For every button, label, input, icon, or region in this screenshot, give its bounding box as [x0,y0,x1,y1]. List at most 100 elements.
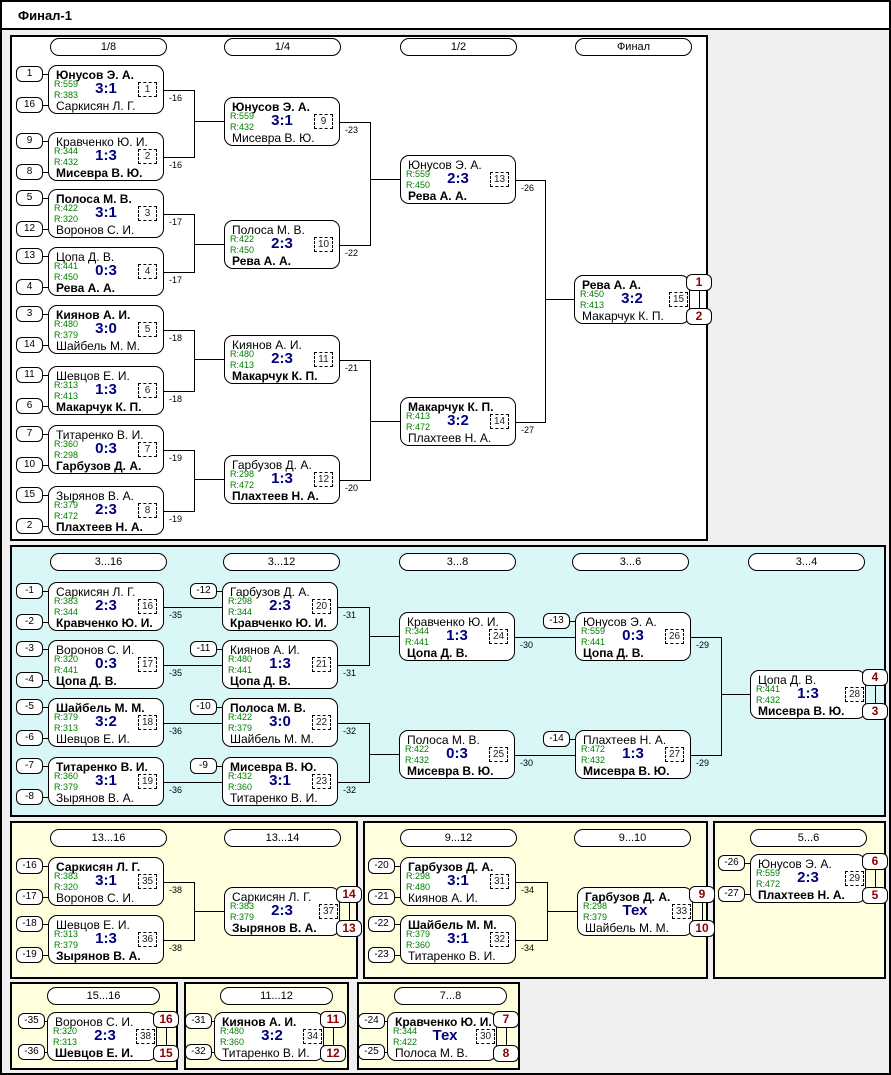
match-box[interactable]: Титаренко В. И. R:360 R:379 3:1 19 Зырянов В.… [48,757,164,806]
match-number: 20 [312,599,331,614]
match-box[interactable]: Титаренко В. И. R:360 R:298 0:3 7 Гарбузов Д.… [48,425,164,474]
match-box[interactable]: Полоса М. В. R:422 R:432 0:3 25 Мисевра В. Ю. [399,730,515,779]
match-box[interactable]: Цопа Д. В. R:441 R:450 0:3 4 Рева А. А. [48,247,164,296]
loser-dest-label: -35 [169,610,183,620]
player-name: Зырянов В. А. [232,921,317,935]
bracket-line [164,882,194,883]
match-box[interactable]: Киянов А. И. R:480 R:413 2:3 11 Макарчук К. П… [224,335,340,384]
match-box[interactable]: Полоса М. В. R:422 R:450 2:3 10 Рева А. А. [224,220,340,269]
match-box[interactable]: Юнусов Э. А. R:559 R:450 2:3 13 Рева А. А. [400,155,516,204]
player-name: Зырянов В. А. [56,949,141,963]
match-box[interactable]: Полоса М. В. R:422 R:320 3:1 3 Воронов С. И. [48,189,164,238]
bracket-line [194,90,195,158]
bracket-line [166,1028,167,1046]
loser-dest-label: -23 [345,125,359,135]
match-box[interactable]: Шайбель М. М. R:379 R:313 3:2 18 Шевцов Е. И. [48,698,164,747]
match-box[interactable]: Гарбузов Д. А. R:298 R:379 Тех 33 Шайбель М. … [577,887,693,936]
match-box[interactable]: Мисевра В. Ю. R:432 R:360 3:1 23 Титаренко В.… [222,757,338,806]
match-box[interactable]: Макарчук К. П. R:413 R:472 3:2 14 Плахтеев Н.… [400,397,516,446]
match-number: 10 [314,237,333,252]
match-box[interactable]: Гарбузов Д. А. R:298 R:472 1:3 12 Плахтеев Н.… [224,455,340,504]
match-score: 0:3 [95,440,117,457]
bracket-line [164,157,194,158]
player-rating: R:559 [756,868,781,878]
match-box[interactable]: Саркисян Л. Г. R:383 R:320 3:1 35 Воронов С. … [48,857,164,906]
loser-dest-label: -16 [169,93,183,103]
bracket-line [370,122,371,246]
player-name: Рева А. А. [56,281,115,295]
match-box[interactable]: Юнусов Э. А. R:559 R:383 3:1 1 Саркисян Л. Г. [48,65,164,114]
loser-dest-label: -17 [169,217,183,227]
match-box[interactable]: Шайбель М. М. R:379 R:360 3:1 32 Титаренко В.… [400,915,516,964]
match-box[interactable]: Полоса М. В. R:422 R:379 3:0 22 Шайбель М. М. [222,698,338,747]
match-box[interactable]: Зырянов В. А. R:379 R:472 2:3 8 Плахтеев Н. А… [48,486,164,535]
round-header: 15...16 [47,987,160,1005]
match-box[interactable]: Шевцов Е. И. R:313 R:379 1:3 36 Зырянов В. А. [48,915,164,964]
player-name: Цопа Д. В. [230,674,291,688]
match-score: 0:3 [95,262,117,279]
bracket-line [338,723,369,724]
player-rating: R:320 [54,654,79,664]
match-box[interactable]: Рева А. А. R:450 R:413 3:2 15 Макарчук К. П. [574,275,690,324]
match-box[interactable]: Воронов С. И. R:320 R:313 2:3 38 Шевцов Е. И. [47,1012,157,1061]
match-box[interactable]: Киянов А. И. R:480 R:441 1:3 21 Цопа Д. В. [222,640,338,689]
match-box[interactable]: Киянов А. И. R:480 R:360 3:2 34 Титаренко В. … [214,1012,324,1061]
player-name: Плахтеев Н. А. [232,489,319,503]
match-box[interactable]: Юнусов Э. А. R:559 R:432 3:1 9 Мисевра В. Ю. [224,97,340,146]
seed-box: 5 [16,190,43,206]
match-score: 2:3 [797,869,819,886]
match-box[interactable]: Киянов А. И. R:480 R:379 3:0 5 Шайбель М. М. [48,305,164,354]
match-box[interactable]: Гарбузов Д. А. R:298 R:344 2:3 20 Кравченко Ю… [222,582,338,631]
seed-box: 2 [16,518,43,534]
match-box[interactable]: Саркисян Л. Г. R:383 R:344 2:3 16 Кравченко Ю… [48,582,164,631]
match-number: 33 [672,904,691,919]
bracket-line [369,636,399,637]
player-name: Кравченко Ю. И. [56,616,153,630]
bracket-line [691,637,721,638]
match-box[interactable]: Юнусов Э. А. R:559 R:441 0:3 26 Цопа Д. В. [575,612,691,661]
match-box[interactable]: Кравченко Ю. И. R:344 R:422 Тех 30 Полоса М. … [387,1012,497,1061]
round-header: 3...12 [223,553,340,571]
match-score: 2:3 [95,597,117,614]
match-box[interactable]: Цопа Д. В. R:441 R:432 1:3 28 Мисевра В. Ю. [750,670,866,719]
player-rating: R:298 [228,596,253,606]
bracket-line [164,391,194,392]
seed-box: -22 [368,916,395,932]
match-box[interactable]: Саркисян Л. Г. R:383 R:379 2:3 37 Зырянов В. … [224,887,340,936]
bracket-line [547,911,577,912]
loser-dest-label: -32 [343,785,357,795]
match-score: 1:3 [95,147,117,164]
bracket-line [515,637,575,638]
match-box[interactable]: Воронов С. И. R:320 R:441 0:3 17 Цопа Д. В. [48,640,164,689]
bracket-line [164,607,222,608]
place-box: 7 [493,1011,519,1028]
player-rating: R:559 [54,79,79,89]
loser-dest-label: -38 [169,943,183,953]
match-box[interactable]: Кравченко Ю. И. R:344 R:432 1:3 2 Мисевра В. … [48,132,164,181]
loser-dest-label: -34 [521,943,535,953]
match-box[interactable]: Юнусов Э. А. R:559 R:472 2:3 29 Плахтеев Н. А… [750,854,866,903]
match-number: 30 [476,1029,495,1044]
place-box: 1 [686,274,712,291]
match-score: 1:3 [446,627,468,644]
match-number: 16 [138,599,157,614]
loser-dest-label: -22 [345,248,359,258]
match-number: 1 [138,82,157,97]
seed-box: -20 [368,858,395,874]
bracket-line [370,179,400,180]
match-box[interactable]: Гарбузов Д. А. R:298 R:480 3:1 31 Киянов А. И… [400,857,516,906]
seed-box: -11 [190,641,217,657]
match-number: 22 [312,715,331,730]
place-box: 10 [689,920,715,937]
round-header: 3...6 [572,553,689,571]
seed-box: 8 [16,164,43,180]
match-box[interactable]: Кравченко Ю. И. R:344 R:441 1:3 24 Цопа Д. В. [399,612,515,661]
match-box[interactable]: Плахтеев Н. А. R:472 R:432 1:3 27 Мисевра В. … [575,730,691,779]
bracket-line [338,607,369,608]
seed-box: 1 [16,66,43,82]
match-box[interactable]: Шевцов Е. И. R:313 R:413 1:3 6 Макарчук К. П. [48,366,164,415]
seed-box: 12 [16,221,43,237]
match-number: 13 [490,172,509,187]
player-name: Плахтеев Н. А. [56,520,143,534]
player-name: Плахтеев Н. А. [408,431,492,445]
